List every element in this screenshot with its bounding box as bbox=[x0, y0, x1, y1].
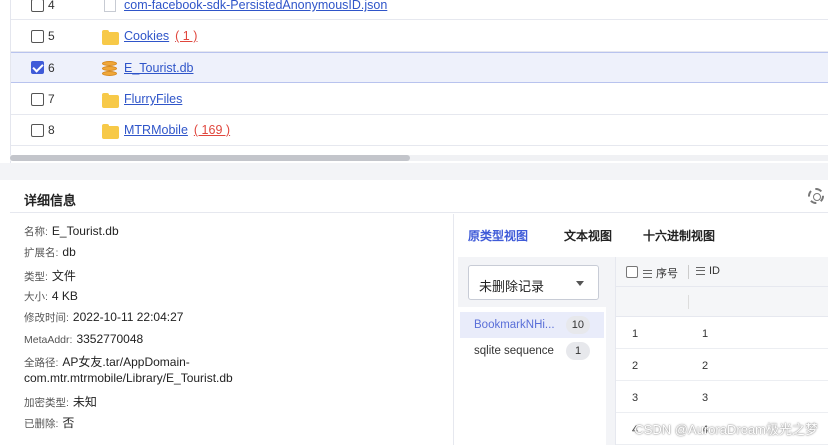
file-row[interactable]: 8 MTRMobile ( 169 ) bbox=[11, 115, 828, 146]
row-checkbox[interactable] bbox=[31, 0, 44, 12]
file-name-link[interactable]: FlurryFiles bbox=[124, 92, 182, 106]
gear-icon[interactable] bbox=[808, 188, 824, 204]
file-row[interactable]: 5 Cookies ( 1 ) bbox=[11, 21, 828, 52]
file-row[interactable]: 4 com-facebook-sdk-PersistedAnonymousID.… bbox=[11, 0, 828, 20]
row-number: 7 bbox=[48, 92, 55, 106]
prop-full-path-cont: com.mtr.mtrmobile/Library/E_Tourist.db bbox=[24, 371, 233, 385]
table-row[interactable]: 2 2 bbox=[616, 349, 828, 381]
cell-index: 1 bbox=[632, 328, 639, 340]
data-grid: 序号 ID 1 1 2 2 3 3 4 4 bbox=[615, 257, 828, 445]
row-checkbox[interactable] bbox=[31, 123, 44, 137]
details-header: 详细信息 bbox=[10, 180, 828, 213]
column-separator bbox=[688, 295, 689, 309]
item-count[interactable]: ( 169 ) bbox=[194, 123, 230, 137]
database-icon bbox=[102, 61, 117, 78]
item-count[interactable]: ( 1 ) bbox=[175, 29, 197, 43]
cell-id: 1 bbox=[702, 328, 709, 340]
panel-gap bbox=[0, 163, 828, 180]
row-number: 4 bbox=[48, 0, 55, 12]
prop-encryption: 加密类型: 未知 bbox=[24, 395, 97, 409]
cell-id: 3 bbox=[702, 392, 709, 404]
details-panel: 详细信息 名称: E_Tourist.db 扩展名: db 类型: 文件 大小: 4 K… bbox=[10, 180, 828, 445]
select-all-checkbox[interactable] bbox=[626, 266, 638, 278]
file-name[interactable]: Cookies bbox=[124, 29, 169, 43]
row-number: 8 bbox=[48, 123, 55, 137]
row-checkbox[interactable] bbox=[31, 92, 44, 106]
table-row[interactable]: 3 3 bbox=[616, 381, 828, 413]
tab-hex-view[interactable]: 十六进制视图 bbox=[643, 227, 715, 244]
viewer-content: 未删除记录 BookmarkNHi... 10 sqlite sequence … bbox=[458, 257, 828, 445]
column-menu-icon bbox=[643, 270, 652, 278]
file-name-link[interactable]: MTRMobile ( 169 ) bbox=[124, 123, 230, 137]
file-name-link[interactable]: com-facebook-sdk-PersistedAnonymousID.js… bbox=[124, 0, 387, 12]
chevron-down-icon bbox=[576, 281, 584, 286]
table-name: BookmarkNHi... bbox=[474, 319, 555, 331]
prop-type: 类型: 文件 bbox=[24, 269, 76, 283]
record-filter-select[interactable]: 未删除记录 bbox=[468, 265, 599, 300]
folder-icon bbox=[102, 124, 119, 139]
table-name: sqlite sequence bbox=[474, 345, 554, 357]
row-number: 5 bbox=[48, 29, 55, 43]
scrollbar-thumb[interactable] bbox=[10, 155, 410, 161]
row-checkbox[interactable] bbox=[31, 29, 44, 43]
prop-modified-time: 修改时间: 2022-10-11 22:04:27 bbox=[24, 310, 184, 324]
vertical-divider bbox=[453, 214, 454, 445]
table-row[interactable]: 1 1 bbox=[616, 317, 828, 349]
column-separator[interactable] bbox=[688, 265, 689, 279]
row-count-badge: 1 bbox=[566, 342, 590, 360]
filter-row[interactable] bbox=[616, 287, 828, 317]
select-value: 未删除记录 bbox=[479, 279, 545, 294]
row-count-badge: 10 bbox=[565, 316, 590, 334]
file-list: 4 com-facebook-sdk-PersistedAnonymousID.… bbox=[10, 0, 828, 163]
folder-icon bbox=[102, 30, 119, 45]
file-name-link[interactable]: Cookies ( 1 ) bbox=[124, 29, 197, 43]
file-row-selected[interactable]: 6 E_Tourist.db bbox=[11, 52, 828, 83]
prop-full-path: 全路径: AP女友.tar/AppDomain- bbox=[24, 355, 190, 369]
watermark-text: CSDN @AuroraDream极光之梦 bbox=[634, 422, 818, 437]
column-header-id[interactable]: ID bbox=[696, 265, 720, 277]
file-row[interactable]: 7 FlurryFiles bbox=[11, 84, 828, 115]
prop-deleted: 已删除: 否 bbox=[24, 416, 75, 430]
column-header-index[interactable]: 序号 bbox=[643, 265, 678, 281]
prop-meta-addr: MetaAddr: 3352770048 bbox=[24, 332, 144, 346]
row-checkbox-checked[interactable] bbox=[31, 61, 44, 74]
grid-header: 序号 ID bbox=[616, 257, 828, 287]
table-item-active[interactable]: BookmarkNHi... 10 bbox=[460, 312, 604, 338]
cell-index: 2 bbox=[632, 360, 639, 372]
table-list: BookmarkNHi... 10 sqlite sequence 1 bbox=[458, 307, 606, 445]
horizontal-scrollbar[interactable] bbox=[10, 155, 828, 161]
prop-extension: 扩展名: db bbox=[24, 245, 76, 259]
column-menu-icon bbox=[696, 267, 705, 275]
table-item[interactable]: sqlite sequence 1 bbox=[460, 338, 604, 364]
row-number: 6 bbox=[48, 60, 55, 75]
tab-text-view[interactable]: 文本视图 bbox=[564, 227, 612, 244]
file-icon bbox=[104, 0, 116, 12]
cell-id: 2 bbox=[702, 360, 709, 372]
cell-index: 3 bbox=[632, 392, 639, 404]
file-name-link[interactable]: E_Tourist.db bbox=[124, 61, 193, 75]
folder-icon bbox=[102, 93, 119, 108]
prop-size: 大小: 4 KB bbox=[24, 289, 78, 303]
prop-name: 名称: E_Tourist.db bbox=[24, 224, 119, 238]
details-title: 详细信息 bbox=[24, 193, 77, 208]
tab-raw-type-view[interactable]: 原类型视图 bbox=[468, 227, 528, 244]
file-name[interactable]: MTRMobile bbox=[124, 123, 188, 137]
